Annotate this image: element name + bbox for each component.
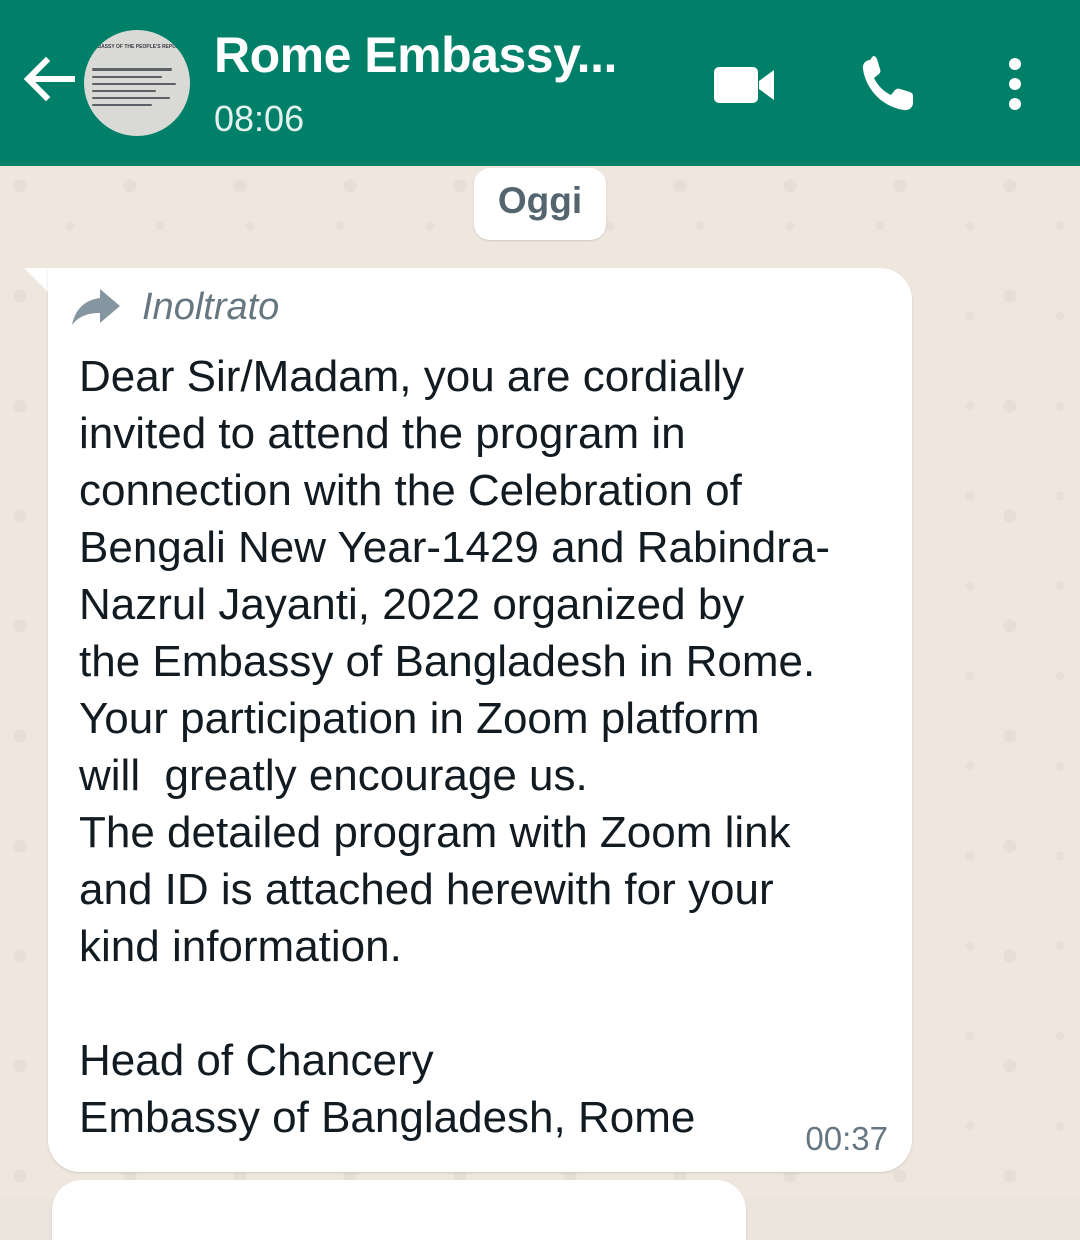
phone-icon [862, 56, 913, 111]
next-message-bubble[interactable] [52, 1180, 746, 1240]
avatar-seal-text: EMBASSY OF THE PEOPLE'S REPUBLIC OF BANG… [90, 44, 184, 50]
arrow-left-icon [23, 56, 75, 102]
message-time: 00:37 [805, 1120, 888, 1157]
message-text: Dear Sir/Madam, you are cordially invite… [79, 352, 830, 1142]
video-call-button[interactable] [712, 50, 778, 120]
bubble-tail [24, 268, 50, 294]
avatar-seal-line [92, 104, 152, 106]
avatar-seal-line [92, 68, 172, 71]
chat-header: EMBASSY OF THE PEOPLE'S REPUBLIC OF BANG… [0, 0, 1080, 166]
forwarded-indicator: Inoltrato [70, 282, 279, 332]
more-vertical-icon [1009, 58, 1021, 110]
last-seen: 08:06 [214, 98, 305, 139]
message-bubble[interactable]: Inoltrato Dear Sir/Madam, you are cordia… [48, 268, 912, 1172]
avatar-seal-line [92, 83, 176, 85]
forwarded-label: Inoltrato [142, 285, 280, 328]
forward-arrow-icon [72, 289, 120, 325]
voice-call-button[interactable] [856, 50, 922, 120]
date-separator: Oggi [474, 168, 606, 240]
more-options-button[interactable] [990, 50, 1040, 120]
back-button[interactable] [18, 48, 80, 110]
avatar-seal-line [92, 76, 162, 78]
video-camera-icon [714, 67, 774, 103]
avatar[interactable]: EMBASSY OF THE PEOPLE'S REPUBLIC OF BANG… [84, 30, 190, 136]
avatar-seal-line [92, 90, 156, 92]
contact-name[interactable]: Rome Embassy... [214, 26, 617, 84]
avatar-seal-line [92, 97, 170, 99]
